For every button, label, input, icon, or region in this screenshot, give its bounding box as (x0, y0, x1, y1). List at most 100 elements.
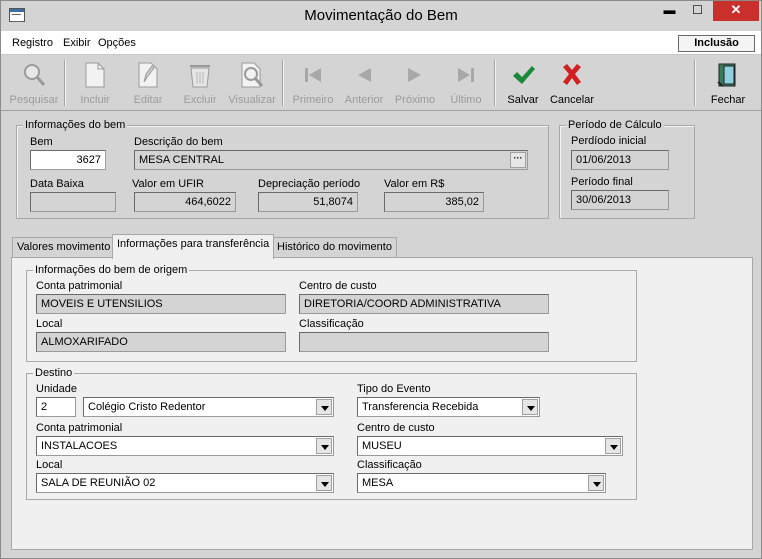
visualizar-button[interactable]: Visualizar (227, 58, 277, 108)
destino-classificacao-label: Classificação (357, 459, 422, 471)
fechar-button[interactable]: Fechar (703, 58, 753, 108)
fechar-label: Fechar (710, 94, 746, 106)
info-bem-group: Informações do bem Bem 3627 Descrição do… (16, 119, 549, 219)
descricao-lookup-button[interactable]: ··· (510, 152, 526, 168)
ufir-label: Valor em UFIR (132, 178, 204, 190)
destino-centro-label: Centro de custo (357, 422, 435, 434)
ultimo-label: Último (450, 94, 482, 106)
tipo-evento-label: Tipo do Evento (357, 383, 431, 395)
depreciacao-label: Depreciação período (258, 178, 361, 190)
periodo-group: Período de Cálculo Perdíodo inicial 01/0… (559, 119, 695, 219)
origem-classificacao-field (299, 332, 549, 352)
origem-centro-label: Centro de custo (299, 280, 377, 292)
menu-registro[interactable]: Registro (12, 37, 53, 49)
periodo-inicial-field: 01/06/2013 (571, 150, 669, 170)
new-document-icon (85, 62, 105, 88)
origem-group: Informações do bem de origem Conta patri… (26, 264, 637, 362)
menu-opcoes[interactable]: Opções (98, 37, 136, 49)
tab-pane-transferencia: Informações do bem de origem Conta patri… (11, 257, 753, 550)
destino-local-label: Local (36, 459, 63, 471)
origem-local-field: ALMOXARIFADO (36, 332, 286, 352)
origem-centro-field: DIRETORIA/COORD ADMINISTRATIVA (299, 294, 549, 314)
edit-icon (138, 62, 158, 88)
mode-indicator: Inclusão (678, 35, 755, 52)
tab-informacoes-transferencia[interactable]: Informações para transferência (112, 234, 275, 259)
preview-icon (241, 62, 264, 88)
chevron-down-icon[interactable] (522, 399, 538, 415)
origem-conta-label: Conta patrimonial (36, 280, 123, 292)
bem-label: Bem (30, 136, 53, 148)
destino-centro-select[interactable]: MUSEU (357, 436, 623, 456)
destino-group: Destino Unidade 2 Colégio Cristo Redento… (26, 367, 637, 500)
first-record-icon (305, 68, 321, 82)
trash-icon (190, 65, 210, 88)
chevron-down-icon[interactable] (316, 399, 332, 415)
chevron-down-icon[interactable] (316, 475, 332, 491)
next-record-icon (408, 68, 421, 82)
descricao-value: MESA CENTRAL (139, 154, 224, 166)
unidade-value: Colégio Cristo Redentor (88, 401, 206, 413)
destino-title: Destino (33, 367, 75, 379)
close-button[interactable]: ✕ (713, 1, 759, 21)
menu-bar: Registro Exibir Opções Inclusão (1, 31, 761, 55)
destino-centro-value: MUSEU (362, 440, 402, 452)
destino-local-select[interactable]: SALA DE REUNIÃO 02 (36, 473, 334, 493)
ufir-field: 464,6022 (134, 192, 236, 212)
tab-historico-movimento[interactable]: Histórico do movimento (272, 237, 397, 258)
proximo-button[interactable]: Próximo (390, 58, 440, 108)
check-icon (513, 66, 535, 84)
destino-conta-select[interactable]: INSTALACOES (36, 436, 334, 456)
main-window: Movimentação do Bem ▬ ☐ ✕ Registro Exibi… (0, 0, 762, 559)
chevron-down-icon[interactable] (316, 438, 332, 454)
valor-field: 385,02 (384, 192, 484, 212)
editar-button[interactable]: Editar (123, 58, 173, 108)
incluir-button[interactable]: Incluir (70, 58, 120, 108)
window-title: Movimentação do Bem (304, 7, 458, 24)
descricao-label: Descrição do bem (134, 136, 223, 148)
origem-classificacao-label: Classificação (299, 318, 364, 330)
destino-conta-value: INSTALACOES (41, 440, 118, 452)
unidade-code-field[interactable]: 2 (36, 397, 76, 417)
anterior-button[interactable]: Anterior (339, 58, 389, 108)
info-bem-title: Informações do bem (23, 119, 128, 131)
toolbar: Pesquisar Incluir Editar Excluir Visuali… (1, 56, 761, 111)
visualizar-label: Visualizar (228, 94, 276, 106)
periodo-final-label: Período final (571, 176, 633, 188)
menu-exibir[interactable]: Exibir (63, 37, 91, 49)
periodo-inicial-label: Perdíodo inicial (571, 135, 647, 147)
minimize-button[interactable]: ▬ (656, 1, 683, 21)
cancelar-button[interactable]: Cancelar (547, 58, 597, 108)
excluir-button[interactable]: Excluir (175, 58, 225, 108)
origem-title: Informações do bem de origem (33, 264, 190, 276)
periodo-title: Período de Cálculo (566, 119, 664, 131)
cancel-x-icon (563, 64, 581, 85)
search-icon (24, 64, 46, 86)
bem-field[interactable]: 3627 (30, 150, 106, 170)
depreciacao-field: 51,8074 (258, 192, 358, 212)
destino-conta-label: Conta patrimonial (36, 422, 123, 434)
pesquisar-button[interactable]: Pesquisar (9, 58, 59, 108)
destino-local-value: SALA DE REUNIÃO 02 (41, 477, 156, 489)
descricao-field: MESA CENTRAL ··· (134, 150, 528, 170)
data-baixa-field (30, 192, 116, 212)
tipo-evento-value: Transferencia Recebida (362, 401, 479, 413)
unidade-label: Unidade (36, 383, 77, 395)
previous-record-icon (358, 68, 371, 82)
origem-local-label: Local (36, 318, 63, 330)
periodo-final-field: 30/06/2013 (571, 190, 669, 210)
chevron-down-icon[interactable] (588, 475, 604, 491)
unidade-select[interactable]: Colégio Cristo Redentor (83, 397, 334, 417)
tab-valores-movimento[interactable]: Valores movimento (12, 237, 116, 258)
destino-classificacao-value: MESA (362, 477, 394, 489)
last-record-icon (458, 68, 474, 82)
tipo-evento-select[interactable]: Transferencia Recebida (357, 397, 540, 417)
data-baixa-label: Data Baixa (30, 178, 84, 190)
maximize-button[interactable]: ☐ (684, 1, 711, 21)
pesquisar-label: Pesquisar (9, 94, 59, 106)
chevron-down-icon[interactable] (605, 438, 621, 454)
origem-conta-field: MOVEIS E UTENSILIOS (36, 294, 286, 314)
destino-classificacao-select[interactable]: MESA (357, 473, 606, 493)
primeiro-button[interactable]: Primeiro (288, 58, 338, 108)
toolbar-separator (694, 60, 696, 106)
ultimo-button[interactable]: Último (441, 58, 491, 108)
